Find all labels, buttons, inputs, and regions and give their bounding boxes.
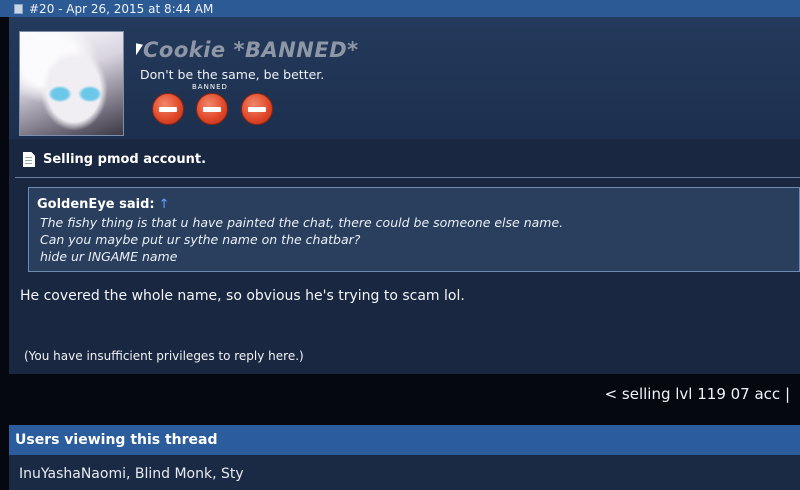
- quote-source-arrow-icon[interactable]: ↑: [159, 197, 170, 212]
- quote-author: GoldenEye said: ↑: [37, 197, 170, 212]
- author-title: Don't be the same, be better.: [140, 67, 325, 82]
- post-meta-bar: #20 - Apr 26, 2015 at 8:44 AM: [0, 0, 800, 17]
- thread-title-text: Selling pmod account.: [43, 152, 207, 167]
- post-permalink-icon[interactable]: [14, 3, 23, 14]
- reply-notice: (You have insufficient privileges to rep…: [24, 349, 304, 363]
- banned-icon: [152, 93, 184, 125]
- users-viewing-list[interactable]: InuYashaNaomi, Blind Monk, Sty: [9, 455, 800, 490]
- mouse-pointer-icon: [136, 43, 143, 57]
- author-profile: Cookie *BANNED* Don't be the same, be be…: [9, 17, 800, 139]
- next-thread-link[interactable]: < selling lvl 119 07 acc |: [605, 385, 790, 403]
- users-viewing-heading: Users viewing this thread: [9, 425, 800, 455]
- divider: [15, 177, 800, 178]
- quote-line: The fishy thing is that u have painted t…: [40, 215, 564, 230]
- quote-line: hide ur INGAME name: [40, 249, 178, 264]
- quote-line: Can you maybe put ur sythe name on the c…: [40, 232, 361, 247]
- quote-author-name: GoldenEye said:: [37, 197, 155, 212]
- document-icon: [23, 152, 35, 167]
- post-meta[interactable]: #20 - Apr 26, 2015 at 8:44 AM: [29, 2, 213, 16]
- banned-icon: [196, 93, 228, 125]
- banned-badge-label: BANNED: [192, 83, 228, 91]
- avatar[interactable]: [19, 31, 124, 136]
- banned-icon: [241, 93, 273, 125]
- author-name[interactable]: Cookie *BANNED*: [143, 38, 359, 62]
- post-container: Cookie *BANNED* Don't be the same, be be…: [9, 17, 800, 374]
- quote-block: GoldenEye said: ↑ The fishy thing is that…: [28, 187, 800, 272]
- thread-title: Selling pmod account.: [23, 152, 206, 167]
- post-message: He covered the whole name, so obvious he…: [20, 288, 465, 304]
